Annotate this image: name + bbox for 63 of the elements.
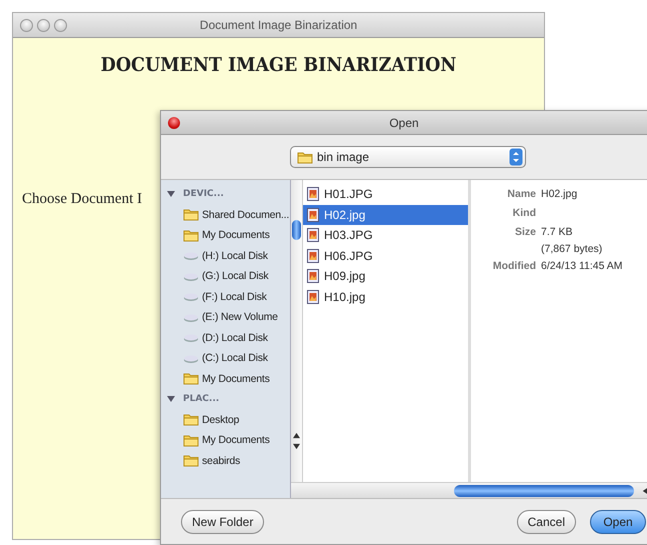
folder-icon xyxy=(183,208,199,222)
folder-icon xyxy=(183,454,199,468)
file-item[interactable]: H06.JPG xyxy=(303,246,468,266)
disclosure-triangle-icon[interactable] xyxy=(167,190,175,198)
scroll-thumb[interactable] xyxy=(292,220,301,240)
info-value: 6/24/13 11:45 AM xyxy=(541,260,623,272)
sidebar-section-label: DEVIC... xyxy=(183,189,224,200)
image-file-icon xyxy=(307,228,319,242)
sidebar-section-label: PLAC... xyxy=(183,394,220,404)
dialog-button[interactable]: Cancel xyxy=(516,510,576,534)
window-button[interactable] xyxy=(20,18,33,32)
window-button[interactable] xyxy=(37,18,50,32)
file-item[interactable]: H10.jpg xyxy=(303,286,468,307)
default-button[interactable]: Open xyxy=(590,510,646,534)
folder-icon xyxy=(297,150,313,164)
info-label: Name xyxy=(506,188,536,202)
info-value: 7.7 KB xyxy=(541,226,574,238)
sidebar-item[interactable]: (F:) Local Disk xyxy=(161,286,290,307)
file-item[interactable]: H03.JPG xyxy=(303,225,468,246)
info-label: Kind xyxy=(512,207,536,221)
sidebar-item[interactable]: (G:) Local Disk xyxy=(161,266,290,286)
sidebar-item[interactable]: (E:) New Volume xyxy=(161,307,290,328)
horizontal-scrollbar[interactable] xyxy=(291,482,647,498)
file-item[interactable]: H01.JPG xyxy=(303,184,468,204)
folder-icon xyxy=(183,434,199,447)
sidebar-item[interactable]: Desktop xyxy=(161,410,290,430)
image-file-icon xyxy=(307,290,319,304)
folder-icon xyxy=(183,413,199,426)
sidebar-item[interactable]: seabirds xyxy=(161,450,290,471)
sidebar-item[interactable]: (C:) Local Disk xyxy=(161,348,290,368)
info-value: (7,867 bytes) xyxy=(541,243,602,255)
image-file-icon xyxy=(307,187,319,202)
folder-icon xyxy=(183,372,199,386)
info-label: Size xyxy=(514,226,536,240)
window-title: Document Image Binarization xyxy=(200,18,358,32)
vertical-scrollbar[interactable] xyxy=(291,180,303,482)
folder-icon xyxy=(183,228,199,242)
image-file-icon xyxy=(307,269,319,284)
dropdown-arrows-icon xyxy=(509,148,523,166)
dialog-title: Open xyxy=(389,116,419,130)
sidebar-item[interactable]: (D:) Local Disk xyxy=(161,328,290,348)
scroll-thumb[interactable] xyxy=(454,484,634,496)
close-button[interactable] xyxy=(168,116,180,128)
info-value: H02.jpg xyxy=(541,188,578,200)
dialog-button[interactable]: New Folder xyxy=(181,510,264,534)
image-file-icon xyxy=(307,248,319,263)
sidebar-item[interactable]: My Documents xyxy=(161,430,290,450)
disclosure-triangle-icon[interactable] xyxy=(167,395,175,404)
scroll-left-arrow-icon[interactable] xyxy=(642,488,647,494)
window-button[interactable] xyxy=(54,18,67,32)
sidebar-item[interactable]: (H:) Local Disk xyxy=(161,246,290,266)
scroll-down-arrow-icon[interactable] xyxy=(293,443,300,450)
file-item[interactable]: H02.jpg xyxy=(303,204,468,225)
scroll-up-arrow-icon[interactable] xyxy=(293,432,300,439)
file-item[interactable]: H09.jpg xyxy=(303,266,468,286)
sidebar-item[interactable]: My Documents xyxy=(161,368,290,389)
prompt-text: Choose Document I xyxy=(22,191,142,208)
sidebar-item[interactable]: My Documents xyxy=(161,225,290,246)
page-heading: DOCUMENT IMAGE BINARIZATION xyxy=(100,54,458,76)
sidebar-item[interactable]: Shared Documen... xyxy=(161,204,290,225)
image-file-icon xyxy=(307,208,319,222)
info-label: Modified xyxy=(492,260,536,274)
location-dropdown[interactable]: bin image xyxy=(290,146,526,168)
